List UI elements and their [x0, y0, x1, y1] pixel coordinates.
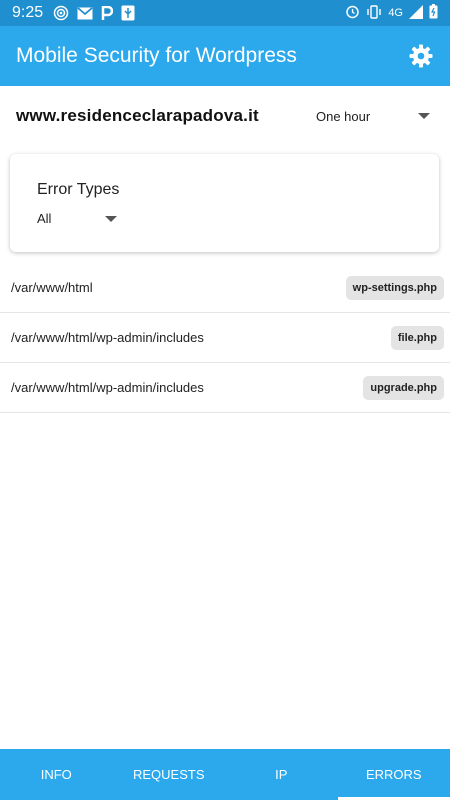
error-file-chip: file.php — [390, 325, 444, 350]
error-file-chip: wp-settings.php — [345, 275, 444, 300]
list-item[interactable]: /var/www/html/wp-admin/includes upgrade.… — [0, 363, 450, 413]
signal-icon — [409, 4, 423, 22]
chevron-down-icon — [105, 215, 117, 222]
status-bar: 9:25 4G — [0, 0, 450, 26]
tab-info[interactable]: INFO — [0, 749, 113, 800]
status-time: 9:25 — [12, 4, 44, 21]
tab-errors[interactable]: ERRORS — [337, 749, 450, 800]
error-types-card: Error Types All — [10, 154, 439, 252]
vibrate-icon — [366, 4, 382, 22]
alarm-icon — [345, 4, 360, 22]
period-dropdown[interactable]: One hour — [316, 109, 430, 124]
list-item[interactable]: /var/www/html/wp-admin/includes file.php — [0, 313, 450, 363]
app-bar: Mobile Security for Wordpress — [0, 26, 450, 86]
parking-icon — [101, 5, 114, 21]
error-type-dropdown[interactable]: All — [37, 211, 117, 226]
error-list: /var/www/html wp-settings.php /var/www/h… — [0, 263, 450, 413]
error-path: /var/www/html/wp-admin/includes — [11, 380, 204, 395]
site-name: www.residenceclarapadova.it — [16, 106, 259, 125]
error-file-chip: upgrade.php — [363, 375, 444, 400]
battery-icon — [429, 4, 438, 22]
network-type: 4G — [388, 7, 403, 19]
tab-requests[interactable]: REQUESTS — [113, 749, 226, 800]
status-right-group: 4G — [345, 4, 438, 22]
usb-icon — [121, 5, 135, 21]
period-value: One hour — [316, 108, 371, 124]
error-path: /var/www/html — [11, 280, 93, 295]
podcast-icon — [53, 5, 69, 21]
chevron-down-icon — [418, 113, 430, 119]
site-row: www.residenceclarapadova.it One hour — [0, 96, 450, 136]
list-item[interactable]: /var/www/html wp-settings.php — [0, 263, 450, 313]
tab-ip[interactable]: IP — [225, 749, 338, 800]
app-title: Mobile Security for Wordpress — [16, 44, 297, 67]
bottom-nav: INFO REQUESTS IP ERRORS — [0, 749, 450, 800]
error-types-label: Error Types — [37, 181, 120, 198]
error-type-value: All — [37, 211, 52, 226]
gmail-icon — [77, 6, 93, 20]
gear-icon[interactable] — [408, 43, 434, 69]
error-path: /var/www/html/wp-admin/includes — [11, 330, 204, 345]
